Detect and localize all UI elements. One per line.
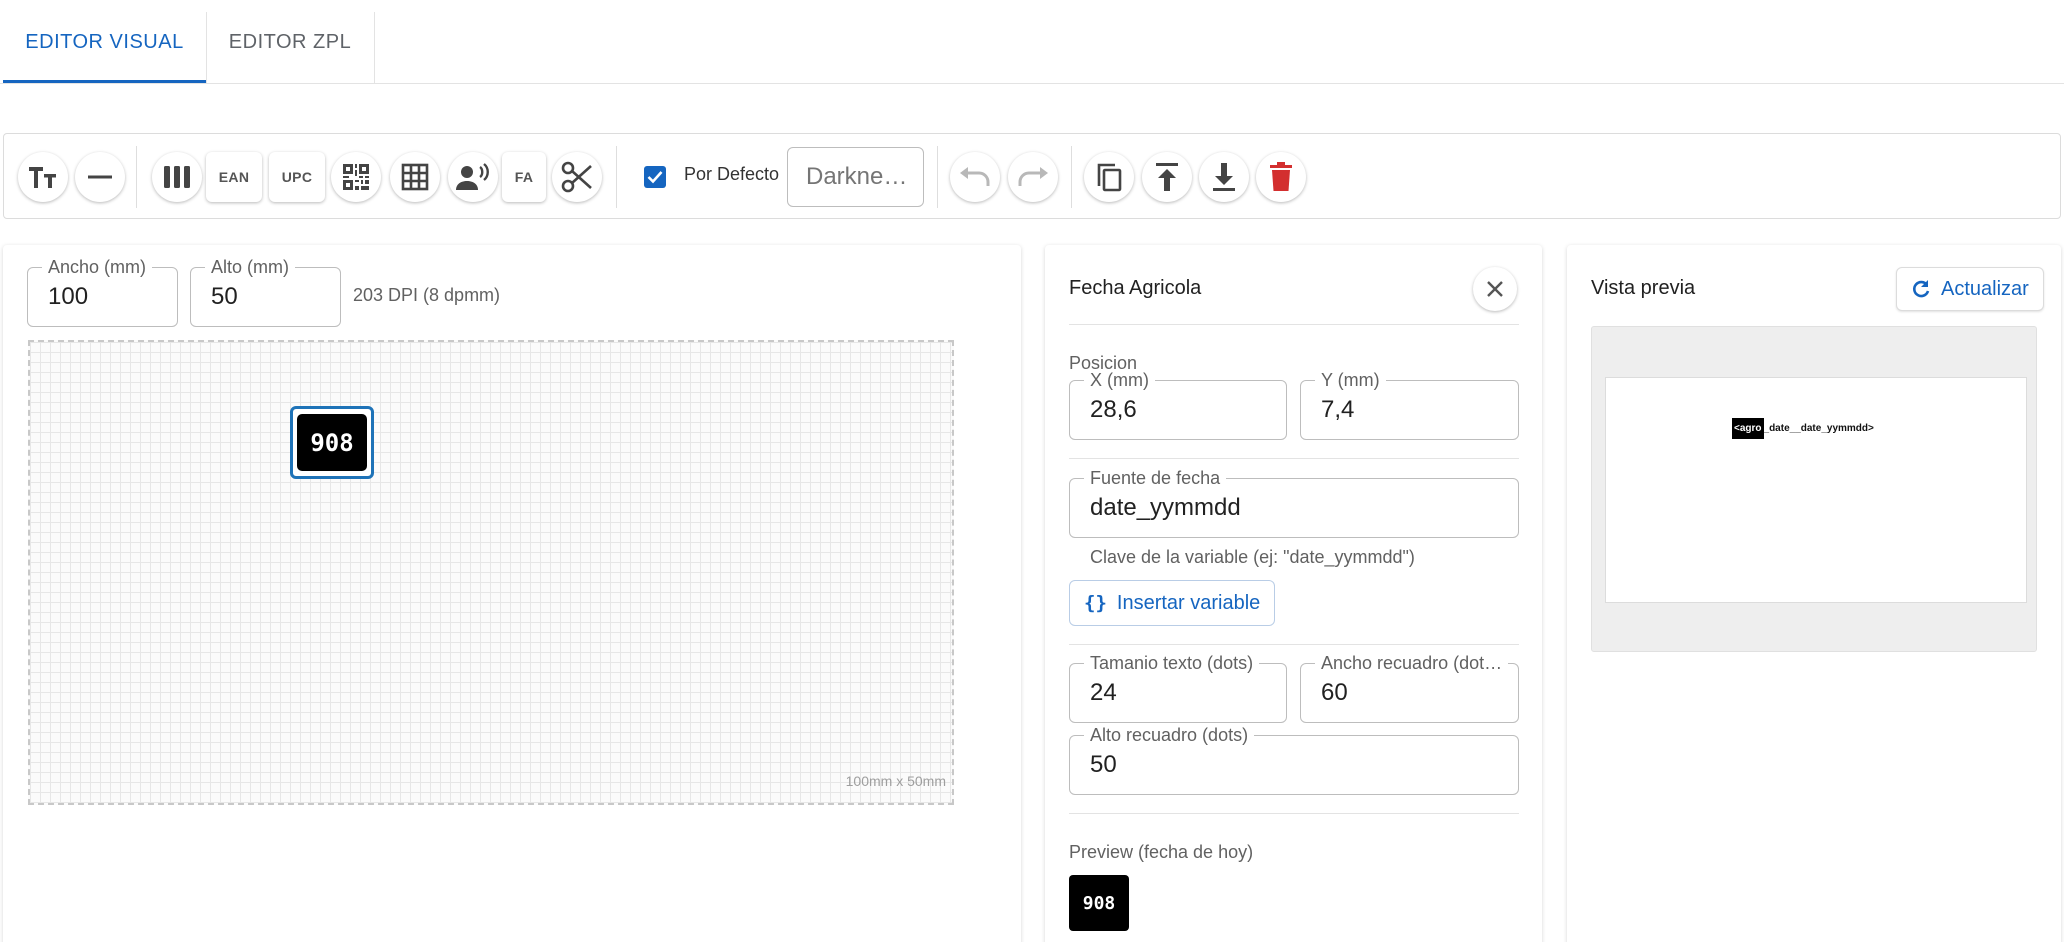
date-element-chip: 908 xyxy=(297,414,367,471)
canvas-size-note: 100mm x 50mm xyxy=(845,773,946,789)
refresh-icon xyxy=(1913,280,1930,298)
check-icon xyxy=(647,171,663,184)
ean-button[interactable]: EAN xyxy=(206,152,262,202)
redo-icon xyxy=(1018,167,1048,186)
toolbar-divider xyxy=(937,146,938,208)
toolbar: EAN UPC FA Por Defecto xyxy=(3,133,2061,219)
dpi-text: 203 DPI (8 dpmm) xyxy=(353,285,501,305)
preview-today-chip: 908 xyxy=(1069,875,1129,931)
default-checkbox[interactable] xyxy=(644,166,666,188)
ean-label: EAN xyxy=(218,169,250,185)
upload-icon xyxy=(1156,163,1178,191)
qr-code-icon xyxy=(343,164,369,190)
height-label: Alto (mm) xyxy=(205,257,295,278)
download-icon xyxy=(1213,163,1235,191)
download-button[interactable] xyxy=(1199,152,1249,202)
properties-panel: Fecha Agricola Posicion X (mm) 28,6 Y (m… xyxy=(1045,245,1542,942)
divider xyxy=(1069,813,1519,814)
text-size-field[interactable]: Tamanio texto (dots) 24 xyxy=(1069,653,1287,723)
preview-today-label: Preview (fecha de hoy) xyxy=(1069,842,1254,862)
y-field[interactable]: Y (mm) 7,4 xyxy=(1300,370,1519,440)
text-fields-icon xyxy=(29,167,56,188)
toolbar-divider xyxy=(616,146,617,208)
grid-icon xyxy=(401,163,429,191)
upload-button[interactable] xyxy=(1142,152,1192,202)
insert-variable-label: Insertar variable xyxy=(1116,591,1261,614)
preview-title: Vista previa xyxy=(1591,277,1696,299)
redo-button[interactable] xyxy=(1008,152,1058,202)
line-button[interactable] xyxy=(75,152,125,202)
undo-icon xyxy=(960,167,990,186)
horizontal-rule-icon xyxy=(88,175,112,179)
darkness-input[interactable] xyxy=(787,147,924,207)
default-checkbox-label: Por Defecto xyxy=(684,164,780,184)
date-element[interactable]: 908 xyxy=(290,406,374,479)
scissors-icon xyxy=(561,161,592,193)
date-source-label: Fuente de fecha xyxy=(1084,468,1227,489)
box-height-value: 50 xyxy=(1090,751,1117,778)
box-height-field[interactable]: Alto recuadro (dots) 50 xyxy=(1069,725,1519,795)
insert-variable-button[interactable]: {} Insertar variable xyxy=(1069,580,1276,626)
delete-button[interactable] xyxy=(1256,152,1306,202)
x-label: X (mm) xyxy=(1084,370,1155,391)
x-field[interactable]: X (mm) 28,6 xyxy=(1069,370,1287,440)
y-label: Y (mm) xyxy=(1315,370,1386,391)
height-field[interactable]: Alto (mm) 50 xyxy=(190,257,341,327)
upc-button[interactable]: UPC xyxy=(269,152,325,202)
preview-area: <agro _date__date_yymmdd> xyxy=(1591,326,2037,652)
date-source-field[interactable]: Fuente de fecha date_yymmdd xyxy=(1069,468,1519,538)
text-button[interactable] xyxy=(18,152,68,202)
text-size-label: Tamanio texto (dots) xyxy=(1084,653,1260,674)
copy-button[interactable] xyxy=(1084,152,1134,202)
speech-button[interactable] xyxy=(448,152,498,202)
copy-icon xyxy=(1097,163,1122,192)
toolbar-divider xyxy=(1071,146,1072,208)
box-width-label: Ancho recuadro (dot… xyxy=(1315,653,1509,674)
box-height-label: Alto recuadro (dots) xyxy=(1084,725,1255,746)
properties-title: Fecha Agricola xyxy=(1069,277,1202,299)
y-value: 7,4 xyxy=(1321,396,1355,423)
text-size-value: 24 xyxy=(1090,679,1117,706)
upc-label: UPC xyxy=(281,169,313,185)
trash-icon xyxy=(1270,162,1292,191)
close-button[interactable] xyxy=(1473,267,1517,311)
divider xyxy=(1069,324,1519,325)
height-value: 50 xyxy=(211,283,238,310)
fa-label: FA xyxy=(514,169,534,185)
canvas-panel: Ancho (mm) 100 Alto (mm) 50 203 DPI (8 d… xyxy=(3,245,1021,942)
braces-icon: {} xyxy=(1084,592,1107,614)
qr-button[interactable] xyxy=(331,152,381,202)
table-button[interactable] xyxy=(390,152,440,202)
divider xyxy=(1069,644,1519,645)
tab-editor-visual[interactable]: EDITOR VISUAL xyxy=(3,0,206,84)
box-width-value: 60 xyxy=(1321,679,1348,706)
date-source-help: Clave de la variable (ej: "date_yymmdd") xyxy=(1090,547,1415,567)
toolbar-divider xyxy=(136,146,137,208)
refresh-button[interactable]: Actualizar xyxy=(1896,267,2044,311)
undo-button[interactable] xyxy=(950,152,1000,202)
barcode-icon xyxy=(164,166,190,188)
preview-label-tag: <agro xyxy=(1732,418,1764,439)
width-value: 100 xyxy=(48,283,89,310)
tab-bar: EDITOR VISUAL EDITOR ZPL xyxy=(0,0,2064,84)
refresh-label: Actualizar xyxy=(1941,277,2029,300)
barcode-button[interactable] xyxy=(152,152,202,202)
person-voice-icon xyxy=(456,163,489,190)
active-tab-indicator xyxy=(3,80,206,83)
width-label: Ancho (mm) xyxy=(42,257,153,278)
label-preview: <agro _date__date_yymmdd> xyxy=(1605,377,2027,603)
tab-editor-zpl[interactable]: EDITOR ZPL xyxy=(207,0,373,84)
divider xyxy=(1069,458,1519,459)
date-source-value: date_yymmdd xyxy=(1090,494,1241,521)
cut-button[interactable] xyxy=(552,152,602,202)
tab-divider xyxy=(374,12,375,84)
box-width-field[interactable]: Ancho recuadro (dot… 60 xyxy=(1300,653,1519,723)
close-icon xyxy=(1487,281,1503,297)
x-value: 28,6 xyxy=(1090,396,1137,423)
preview-label-text: _date__date_yymmdd> xyxy=(1763,423,1874,434)
width-field[interactable]: Ancho (mm) 100 xyxy=(27,257,178,327)
preview-label-content: <agro _date__date_yymmdd> xyxy=(1732,418,1874,439)
fa-button[interactable]: FA xyxy=(502,152,546,202)
label-canvas[interactable]: 908 100mm x 50mm xyxy=(28,340,954,805)
